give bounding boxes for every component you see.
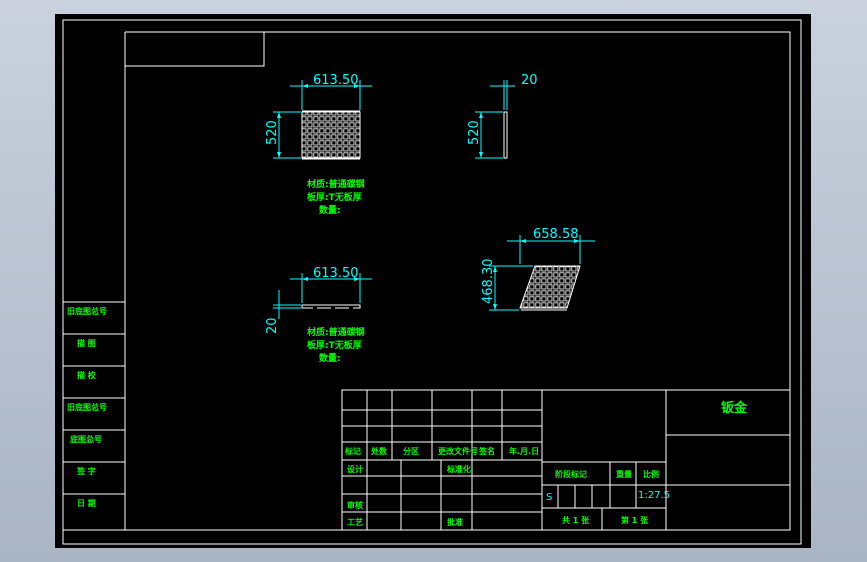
side-width-dim: 20: [521, 73, 538, 88]
design-label: 设计: [347, 464, 363, 474]
sheet-number: 第 1 张: [621, 515, 649, 525]
header-signature: 签名: [478, 446, 495, 456]
front-view: 613.50 520: [265, 73, 372, 160]
material-note-upper: 材质:普通碳钢 板厚:T无板厚 数量:: [306, 178, 365, 216]
side-view: 20 520: [467, 73, 538, 159]
note-line: 材质:普通碳钢: [306, 178, 365, 190]
inner-frame: [63, 31, 791, 531]
strip-label: 旧底图总号: [67, 306, 107, 316]
note-line: 数量:: [319, 204, 341, 216]
side-height-dim: 520: [467, 120, 482, 145]
review-label: 审核: [347, 500, 363, 510]
strip-label: 日 期: [77, 498, 96, 508]
top-left-box: [125, 32, 265, 67]
material-note-lower: 材质:普通碳钢 板厚:T无板厚 数量:: [306, 326, 365, 364]
weight-label: 重量: [616, 469, 632, 479]
note-line: 板厚:T无板厚: [307, 191, 362, 203]
approve-label: 批准: [447, 517, 463, 527]
front-height-dim: 520: [265, 120, 280, 145]
strip-label: 旧底图总号: [67, 402, 107, 412]
title-block: 标记 处数 分区 更改文件号 签名 年.月.日 设计 标准化 审核 工艺 批准 …: [341, 389, 791, 531]
top-width-dim: 613.50: [313, 266, 359, 281]
front-width-dim: 613.50: [313, 73, 359, 88]
stage-mark-label: 阶段标记: [555, 469, 587, 479]
strip-label: 签 字: [76, 466, 96, 476]
left-strip: 旧底图总号 描 图 描 校 旧底图总号 底图总号 签 字 日 期: [62, 301, 125, 530]
part-name: 钣金: [721, 400, 748, 416]
note-line: 板厚:T无板厚: [307, 339, 362, 351]
cad-drawing: 旧底图总号 描 图 描 校 旧底图总号 底图总号 签 字 日 期 613.50 …: [62, 19, 802, 545]
strip-label: 描 图: [77, 338, 96, 348]
note-line: 数量:: [319, 352, 341, 364]
standardize-label: 标准化: [446, 464, 471, 474]
stage-value: S: [546, 492, 552, 503]
header-zone: 分区: [403, 446, 419, 456]
header-date: 年.月.日: [509, 446, 539, 456]
iso-view: 658.58 468.30: [481, 227, 595, 311]
outer-frame: [62, 19, 802, 545]
strip-label: 描 校: [77, 370, 97, 380]
sheets-total: 共 1 张: [562, 515, 590, 525]
top-height-dim: 20: [265, 317, 280, 334]
header-count: 处数: [370, 446, 388, 456]
header-mark: 标记: [344, 446, 361, 456]
drawing-sheet: 旧底图总号 描 图 描 校 旧底图总号 底图总号 签 字 日 期 613.50 …: [55, 14, 811, 548]
top-view: 613.50 20: [265, 266, 372, 334]
process-label: 工艺: [347, 517, 363, 527]
strip-label: 底图总号: [69, 434, 102, 444]
scale-label: 比例: [643, 469, 659, 479]
header-change-doc: 更改文件号: [438, 446, 478, 456]
note-line: 材质:普通碳钢: [306, 326, 365, 338]
iso-width-dim: 658.58: [533, 227, 579, 242]
scale-value: 1:27.5: [638, 490, 670, 501]
iso-height-dim: 468.30: [481, 259, 496, 305]
